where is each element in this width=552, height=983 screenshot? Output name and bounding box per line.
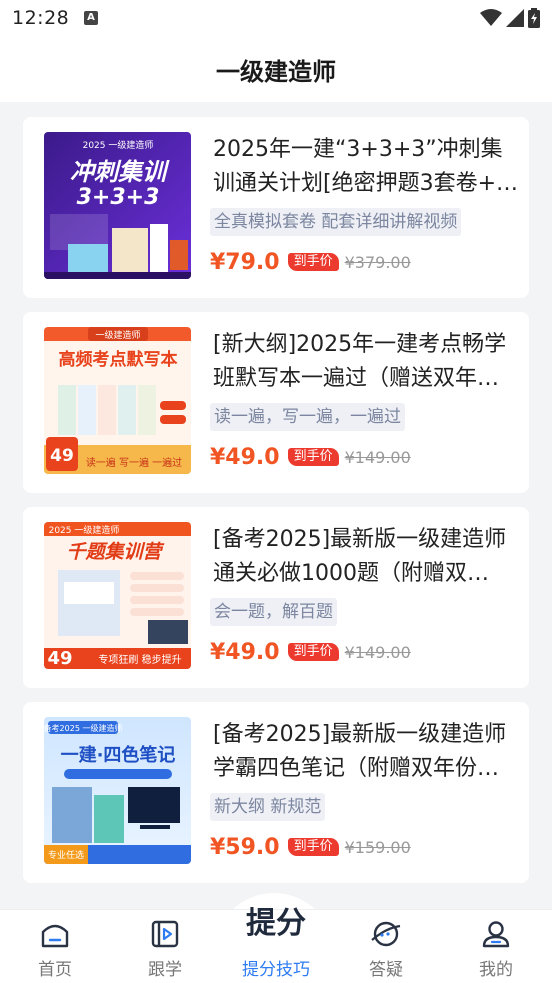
bottom-tabbar: 首页 跟学 提分 提分技巧 答疑 我的 — [0, 906, 552, 983]
battery-icon — [528, 8, 540, 28]
product-cover-image: 2025 一级建造师 冲刺集训 3+3+3 — [44, 132, 191, 279]
tab-label: 答疑 — [369, 960, 403, 980]
cover-top-text: 2025 一级建造师 — [49, 524, 120, 536]
product-cover-image: 一级建造师 高频考点默写本 读一遍 写一遍 一遍过 49 — [44, 327, 191, 474]
price-row: ¥49.0 到手价 ¥149.00 — [210, 637, 411, 667]
product-card[interactable]: 2025 一级建造师 千题集训营 专项狂刷 稳步提升 49 [备考2025]最新… — [23, 507, 529, 688]
cover-sub-text: 读一遍 写一遍 一遍过 — [86, 456, 182, 469]
product-tag: 新大纲 新规范 — [210, 793, 326, 821]
product-title: [新大纲]2025年一建考点畅学班默写本一遍过（赠送双年… — [213, 332, 507, 391]
final-price-badge: 到手价 — [287, 643, 339, 661]
cover-main-text: 一建·四色笔记 — [61, 744, 176, 766]
cover-main-text: 冲刺集训 — [70, 158, 170, 186]
product-tag: 全真模拟套卷 配套详细讲解视频 — [210, 208, 462, 236]
cover-main-text: 千题集训营 — [66, 541, 164, 563]
status-indicators — [480, 8, 540, 28]
chat-planet-icon — [371, 921, 401, 947]
price-row: ¥79.0 到手价 ¥379.00 — [210, 247, 411, 277]
product-title: [备考2025]最新版一级建造师学霸四色笔记（附赠双年份… — [213, 722, 507, 781]
product-title: 2025年一建“3+3+3”冲刺集训通关计划[绝密押题3套卷+… — [213, 137, 518, 196]
product-price: ¥49.0 — [210, 444, 280, 470]
product-card[interactable]: 2025 一级建造师 冲刺集训 3+3+3 2025年一建“3+3+3”冲刺集训… — [23, 117, 529, 298]
original-price: ¥149.00 — [344, 447, 411, 467]
signal-icon — [506, 9, 524, 27]
product-cover-image: 备考2025 一级建造师 一建·四色笔记 专业任选 — [44, 717, 191, 864]
cover-main-text: 高频考点默写本 — [59, 349, 178, 370]
final-price-badge: 到手价 — [287, 448, 339, 466]
home-icon — [41, 924, 69, 948]
tab-tifen-tips[interactable]: 提分 提分技巧 — [221, 906, 331, 983]
product-cover-image: 2025 一级建造师 千题集训营 专项狂刷 稳步提升 49 — [44, 522, 191, 669]
product-price: ¥59.0 — [210, 834, 280, 860]
price-row: ¥59.0 到手价 ¥159.00 — [210, 832, 411, 862]
tab-mine[interactable]: 我的 — [441, 910, 551, 983]
cover-sub-text: 专项狂刷 稳步提升 — [98, 653, 181, 666]
cover-corner-price: 49 — [47, 648, 72, 669]
final-price-badge: 到手价 — [287, 838, 339, 856]
final-price-badge: 到手价 — [287, 253, 339, 271]
tab-home[interactable]: 首页 — [0, 910, 110, 983]
tab-qa[interactable]: 答疑 — [331, 910, 441, 983]
original-price: ¥379.00 — [344, 252, 411, 272]
user-icon — [482, 921, 510, 948]
tab-label: 跟学 — [148, 960, 182, 980]
cover-sub-text: 3+3+3 — [77, 185, 160, 210]
status-time: 12:28 — [12, 7, 70, 29]
cover-corner-price: 49 — [50, 446, 74, 466]
product-card[interactable]: 备考2025 一级建造师 一建·四色笔记 专业任选 [备考2025]最新版一级建… — [23, 702, 529, 883]
product-card[interactable]: 一级建造师 高频考点默写本 读一遍 写一遍 一遍过 49 [新大纲]2025年一… — [23, 312, 529, 493]
cover-top-text: 一级建造师 — [95, 329, 140, 341]
tifen-logo: 提分 — [246, 906, 306, 941]
original-price: ¥159.00 — [344, 837, 411, 857]
wifi-icon — [480, 9, 502, 26]
status-bar: 12:28 A — [0, 0, 552, 38]
product-price: ¥79.0 — [210, 249, 280, 275]
tab-label: 首页 — [38, 960, 72, 980]
tab-follow-study[interactable]: 跟学 — [110, 910, 220, 983]
product-tag: 读一遍，写一遍，一遍过 — [210, 403, 405, 431]
cover-top-text: 备考2025 一级建造师 — [44, 723, 122, 733]
tab-label: 我的 — [479, 960, 513, 980]
cover-top-text: 2025 一级建造师 — [83, 139, 154, 151]
header: 一级建造师 — [0, 38, 552, 102]
tab-label: 提分技巧 — [242, 960, 310, 980]
original-price: ¥149.00 — [344, 642, 411, 662]
price-row: ¥49.0 到手价 ¥149.00 — [210, 442, 411, 472]
product-price: ¥49.0 — [210, 639, 280, 665]
page-title: 一级建造师 — [216, 58, 336, 86]
cover-sub-text: 专业任选 — [48, 849, 84, 861]
product-title: [备考2025]最新版一级建造师通关必做1000题（附赠双… — [213, 527, 507, 586]
product-tag: 会一题，解百题 — [210, 598, 337, 626]
play-book-icon — [151, 920, 179, 948]
system-nav-area — [0, 978, 552, 983]
notification-a-icon: A — [84, 11, 98, 25]
